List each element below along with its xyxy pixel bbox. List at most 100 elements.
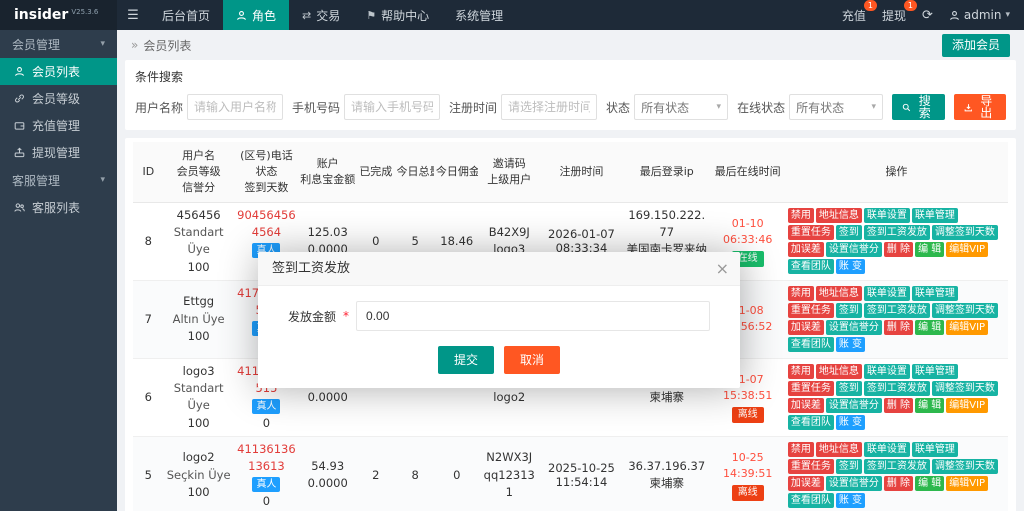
op-set-credit-button[interactable]: 设置信誉分 — [825, 476, 882, 492]
op-address-info-button[interactable]: 地址信息 — [815, 442, 862, 458]
op-delete-button[interactable]: 删 除 — [883, 398, 914, 414]
op-account-change-button[interactable]: 账 变 — [835, 415, 866, 431]
op-edit-vip-button[interactable]: 编辑VIP — [946, 242, 989, 258]
column-header-completed: 已完成 — [356, 142, 396, 203]
op-order-settings-button[interactable]: 联单设置 — [863, 286, 910, 302]
op-edit-vip-button[interactable]: 编辑VIP — [946, 476, 989, 492]
op-address-info-button[interactable]: 地址信息 — [815, 286, 862, 302]
op-add-error-button[interactable]: 加误差 — [787, 242, 824, 258]
phone-input[interactable] — [344, 94, 441, 120]
op-edit-button[interactable]: 编 辑 — [915, 476, 945, 492]
op-view-team-button[interactable]: 查看团队 — [787, 493, 834, 509]
op-reset-task-button[interactable]: 重置任务 — [787, 303, 834, 319]
op-address-info-button[interactable]: 地址信息 — [815, 364, 862, 380]
op-order-manage-button[interactable]: 联单管理 — [911, 442, 958, 458]
op-account-change-button[interactable]: 账 变 — [835, 337, 866, 353]
sidebar-item-label: 客服列表 — [32, 201, 81, 215]
op-order-manage-button[interactable]: 联单管理 — [911, 286, 958, 302]
op-edit-button[interactable]: 编 辑 — [915, 242, 945, 258]
op-disable-button[interactable]: 禁用 — [787, 208, 814, 224]
op-delete-button[interactable]: 删 除 — [883, 476, 914, 492]
user-menu[interactable]: admin ▾ — [949, 8, 1010, 22]
sidebar-item-withdraw-management[interactable]: 提现管理 — [0, 139, 117, 166]
op-edit-vip-button[interactable]: 编辑VIP — [946, 320, 989, 336]
op-add-error-button[interactable]: 加误差 — [787, 476, 824, 492]
op-delete-button[interactable]: 删 除 — [883, 242, 914, 258]
nav-help-center[interactable]: ⚑ 帮助中心 — [353, 0, 442, 30]
search-button[interactable]: 搜索 — [892, 94, 945, 120]
op-sign-in-button[interactable]: 签到 — [835, 303, 862, 319]
nav-system[interactable]: 系统管理 — [442, 0, 516, 30]
op-address-info-button[interactable]: 地址信息 — [815, 208, 862, 224]
nav-trade-label: 交易 — [316, 8, 341, 23]
op-reset-task-button[interactable]: 重置任务 — [787, 225, 834, 241]
op-view-team-button[interactable]: 查看团队 — [787, 415, 834, 431]
sidebar-group-service-management[interactable]: 客服管理 ▾ — [0, 166, 117, 194]
op-adjust-sign-days-button[interactable]: 调整签到天数 — [931, 225, 998, 241]
op-sign-salary-button[interactable]: 签到工资发放 — [863, 381, 930, 397]
nav-role[interactable]: 角色 — [223, 0, 290, 30]
real-user-badge: 真人 — [252, 477, 281, 493]
nav-home[interactable]: 后台首页 — [149, 0, 223, 30]
search-icon — [902, 103, 911, 111]
op-adjust-sign-days-button[interactable]: 调整签到天数 — [931, 459, 998, 475]
op-edit-button[interactable]: 编 辑 — [915, 320, 945, 336]
column-header-id: ID — [133, 142, 164, 203]
recharge-link[interactable]: 充值 1 — [842, 0, 877, 24]
op-set-credit-button[interactable]: 设置信誉分 — [825, 398, 882, 414]
op-account-change-button[interactable]: 账 变 — [835, 493, 866, 509]
op-reset-task-button[interactable]: 重置任务 — [787, 459, 834, 475]
close-icon[interactable]: × — [716, 252, 729, 286]
sidebar-item-recharge-management[interactable]: 充值管理 — [0, 112, 117, 139]
op-order-settings-button[interactable]: 联单设置 — [863, 364, 910, 380]
op-adjust-sign-days-button[interactable]: 调整签到天数 — [931, 303, 998, 319]
menu-toggle-icon[interactable]: ☰ — [117, 0, 149, 30]
op-disable-button[interactable]: 禁用 — [787, 286, 814, 302]
op-add-error-button[interactable]: 加误差 — [787, 320, 824, 336]
nav-trade[interactable]: ⇄ 交易 — [289, 0, 353, 30]
modal-body: 发放金额 * 提交 取消 — [258, 286, 740, 388]
withdraw-link[interactable]: 提现 1 — [882, 0, 917, 24]
nav-role-label: 角色 — [252, 8, 277, 23]
op-account-change-button[interactable]: 账 变 — [835, 259, 866, 275]
op-view-team-button[interactable]: 查看团队 — [787, 259, 834, 275]
username-input[interactable] — [187, 94, 284, 120]
op-order-settings-button[interactable]: 联单设置 — [863, 208, 910, 224]
topbar: insider V25.3.6 ☰ 后台首页 角色 ⇄ 交易 ⚑ 帮助中心 系统… — [0, 0, 1024, 30]
sidebar-group-member-management[interactable]: 会员管理 ▾ — [0, 30, 117, 58]
op-order-settings-button[interactable]: 联单设置 — [863, 442, 910, 458]
op-sign-in-button[interactable]: 签到 — [835, 225, 862, 241]
op-sign-salary-button[interactable]: 签到工资发放 — [863, 459, 930, 475]
register-time-input[interactable] — [501, 94, 598, 120]
op-disable-button[interactable]: 禁用 — [787, 364, 814, 380]
op-sign-salary-button[interactable]: 签到工资发放 — [863, 225, 930, 241]
op-edit-button[interactable]: 编 辑 — [915, 398, 945, 414]
amount-input[interactable] — [356, 301, 710, 331]
op-add-error-button[interactable]: 加误差 — [787, 398, 824, 414]
op-sign-in-button[interactable]: 签到 — [835, 381, 862, 397]
cancel-button[interactable]: 取消 — [504, 346, 561, 374]
op-order-manage-button[interactable]: 联单管理 — [911, 208, 958, 224]
op-set-credit-button[interactable]: 设置信誉分 — [825, 242, 882, 258]
status-select[interactable]: 所有状态 ▾ — [634, 94, 729, 120]
status-label: 状态 — [606, 100, 631, 115]
sidebar-item-member-level[interactable]: 会员等级 — [0, 85, 117, 112]
refresh-icon[interactable]: ⟳ — [922, 8, 933, 23]
op-set-credit-button[interactable]: 设置信誉分 — [825, 320, 882, 336]
op-order-manage-button[interactable]: 联单管理 — [911, 364, 958, 380]
op-view-team-button[interactable]: 查看团队 — [787, 337, 834, 353]
op-disable-button[interactable]: 禁用 — [787, 442, 814, 458]
op-delete-button[interactable]: 删 除 — [883, 320, 914, 336]
sidebar-group-label: 客服管理 — [12, 173, 61, 188]
sidebar-item-member-list[interactable]: 会员列表 — [0, 58, 117, 85]
sidebar-item-service-list[interactable]: 客服列表 — [0, 194, 117, 221]
op-sign-in-button[interactable]: 签到 — [835, 459, 862, 475]
op-reset-task-button[interactable]: 重置任务 — [787, 381, 834, 397]
online-status-select[interactable]: 所有状态 ▾ — [789, 94, 884, 120]
submit-button[interactable]: 提交 — [437, 346, 494, 374]
op-edit-vip-button[interactable]: 编辑VIP — [946, 398, 989, 414]
export-button[interactable]: 导出 — [953, 94, 1006, 120]
add-member-button[interactable]: 添加会员 — [941, 33, 1010, 57]
op-adjust-sign-days-button[interactable]: 调整签到天数 — [931, 381, 998, 397]
op-sign-salary-button[interactable]: 签到工资发放 — [863, 303, 930, 319]
